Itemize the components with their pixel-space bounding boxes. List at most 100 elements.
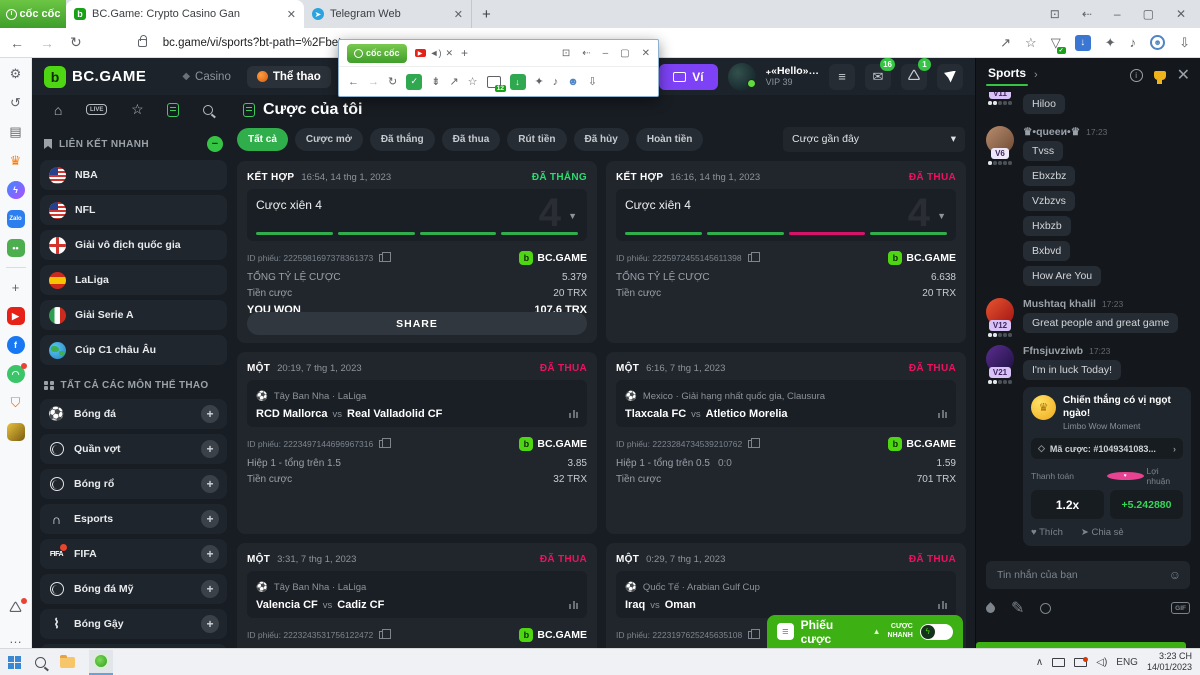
stats-icon[interactable] <box>938 410 947 418</box>
downloads-tray-icon[interactable]: ⇩ <box>1179 35 1190 51</box>
extension-icon[interactable]: ✦ <box>1105 35 1116 51</box>
chat-close-icon[interactable]: ✕ <box>1177 65 1190 85</box>
sidebar-item-nfl[interactable]: NFL <box>40 195 227 225</box>
shop-cart-icon[interactable]: ⛉ <box>6 393 26 413</box>
new-tab-button[interactable]: + <box>482 6 491 23</box>
sidebar-sport-esports[interactable]: ∩Esports+ <box>40 504 227 534</box>
chevron-right-icon[interactable]: › <box>1034 69 1038 81</box>
sidebar-item-nba[interactable]: NBA <box>40 160 227 190</box>
new-tab-button[interactable]: + <box>461 46 468 60</box>
pen-icon[interactable]: ✎ <box>1011 598 1024 618</box>
copy-icon[interactable] <box>379 254 386 262</box>
music-icon[interactable]: ♪ <box>1130 35 1137 50</box>
sidebar-sport-basketball[interactable]: Bóng rổ+ <box>40 469 227 499</box>
match-box[interactable]: ⚽Tây Ban Nha · LaLiga RCD MallorcavsReal… <box>247 380 587 427</box>
browser-tab-telegram[interactable]: ➤ Telegram Web ✕ <box>304 0 472 28</box>
download-video-button[interactable]: ↓ <box>1075 35 1091 51</box>
music-icon[interactable]: ♪ <box>553 76 559 88</box>
copy-icon[interactable] <box>379 631 386 639</box>
match-box[interactable]: ⚽Mexico · Giải hạng nhất quốc gia, Claus… <box>616 380 956 427</box>
add-shortcut-button[interactable]: + <box>6 277 26 297</box>
games-icon[interactable]: •• <box>6 238 26 258</box>
info-icon[interactable]: i <box>1130 69 1143 82</box>
my-bets-icon[interactable] <box>167 103 179 117</box>
extension-icon[interactable]: ✦ <box>535 75 544 88</box>
start-button[interactable] <box>8 656 21 669</box>
lock-icon[interactable] <box>138 39 147 47</box>
share-button[interactable]: ➤ Chia sẻ <box>1081 527 1124 538</box>
window-minimize-button[interactable]: – <box>1114 7 1121 21</box>
file-explorer-icon[interactable] <box>60 657 75 668</box>
match-box[interactable]: ⚽Quốc Tế · Arabian Gulf Cup IraqvsOman <box>616 571 956 618</box>
filter-all[interactable]: Tất cả <box>237 128 288 151</box>
browser-tab-bcgame[interactable]: b BC.Game: Crypto Casino Gan ✕ <box>66 0 304 28</box>
language-indicator[interactable]: ENG <box>1116 657 1138 668</box>
settings-gear-icon[interactable]: ⚙ <box>6 64 26 84</box>
combo-expander[interactable]: Cược xiên 4 4 ▼ <box>247 189 587 241</box>
sidebar-item-champions-league[interactable]: Cúp C1 châu Âu <box>40 335 227 365</box>
filter-cancelled[interactable]: Đã hủy <box>574 128 629 151</box>
sidebar-sport-american-football[interactable]: Bóng đá Mỹ+ <box>40 574 227 604</box>
win-share-card[interactable]: ♛ Chiến thắng có vị ngọt ngào!Limbo Wow … <box>1023 387 1191 546</box>
expand-plus-button[interactable]: + <box>201 405 219 423</box>
bet-code-link[interactable]: ◇Mã cược: #1049341083...› <box>1031 438 1183 459</box>
facebook-icon[interactable]: f <box>6 335 26 355</box>
filter-cashout[interactable]: Rút tiền <box>507 128 566 151</box>
like-button[interactable]: ♥ Thích <box>1031 527 1063 538</box>
tab-search-icon[interactable]: ⊡ <box>1050 7 1060 21</box>
crown-icon[interactable]: ♛ <box>6 151 26 171</box>
filter-lost[interactable]: Đã thua <box>442 128 501 151</box>
safe-download-icon[interactable]: ✓ <box>406 74 422 90</box>
tab-manager-icon[interactable]: 12 <box>487 76 501 88</box>
zalo-icon[interactable]: Zalo <box>6 209 26 229</box>
tab-close-icon[interactable]: ✕ <box>287 8 296 21</box>
game-thumbnail-icon[interactable] <box>6 422 26 442</box>
volume-icon[interactable]: ◁) <box>1096 657 1107 668</box>
combo-expander[interactable]: Cược xiên 4 4 ▼ <box>616 189 956 241</box>
forward-button[interactable]: → <box>368 76 379 88</box>
forward-button[interactable]: → <box>40 35 54 51</box>
home-icon[interactable]: ⌂ <box>54 102 62 118</box>
expand-plus-button[interactable]: + <box>201 545 219 563</box>
coin-icon[interactable] <box>1040 603 1051 614</box>
touch-keyboard-icon[interactable] <box>1052 658 1065 667</box>
trophy-icon[interactable] <box>1154 71 1166 80</box>
taskbar-clock[interactable]: 3:23 CH14/01/2023 <box>1147 651 1192 674</box>
sidebar-item-laliga[interactable]: LaLiga <box>40 265 227 295</box>
gif-button[interactable]: GIF <box>1171 602 1190 614</box>
sidebar-sport-cricket[interactable]: ⌇Bóng Gậy+ <box>40 609 227 639</box>
chat-tab-sports[interactable]: Sports <box>986 66 1028 84</box>
bookmark-star-icon[interactable]: ☆ <box>468 75 478 88</box>
nav-casino[interactable]: ◆Casino <box>172 66 241 88</box>
history-icon[interactable]: ↺ <box>6 93 26 113</box>
reload-button[interactable]: ↻ <box>388 75 397 88</box>
rain-drop-icon[interactable] <box>984 602 997 615</box>
user-info[interactable]: ₊«Hello»… VIP 39 <box>766 65 819 87</box>
expand-plus-button[interactable]: + <box>201 475 219 493</box>
coccoc-menu-button[interactable]: cốc cốc <box>0 0 66 28</box>
chat-message-input[interactable] <box>995 568 1163 582</box>
wallet-button[interactable]: Ví <box>659 64 717 90</box>
expand-plus-button[interactable]: + <box>201 615 219 633</box>
favorites-star-icon[interactable]: ☆ <box>131 101 144 118</box>
notifications-button[interactable]: 🛆1 <box>901 64 927 90</box>
sidebar-sport-tennis[interactable]: Quần vợt+ <box>40 434 227 464</box>
search-icon[interactable] <box>203 105 213 115</box>
share-button[interactable]: SHARE <box>247 312 587 335</box>
profile-icon[interactable]: ☻ <box>1150 35 1165 50</box>
adblock-shield-icon[interactable]: ▽✓ <box>1051 35 1061 51</box>
sidebar-item-premier-league[interactable]: Giải vô địch quốc gia <box>40 230 227 260</box>
sidebar-sport-soccer[interactable]: ⚽Bóng đá+ <box>40 399 227 429</box>
tray-chevron-icon[interactable]: ∧ <box>1036 657 1043 668</box>
mini-tab-youtube[interactable]: ▶◄)✕ <box>415 48 453 59</box>
downloads-tray-icon[interactable]: ⇩ <box>588 75 597 88</box>
window-maximize-button[interactable]: ▢ <box>1143 7 1154 21</box>
account-menu-button[interactable]: ≡ <box>829 64 855 90</box>
profile-icon[interactable]: ☻ <box>567 76 579 88</box>
nav-sports[interactable]: Thể thao <box>247 66 331 88</box>
chat-username[interactable]: ♛•quееи•♛ <box>1023 126 1080 138</box>
quick-bet-toggle[interactable]: ϟ <box>920 624 953 640</box>
youtube-icon[interactable]: ▶ <box>6 306 26 326</box>
window-maximize-button[interactable]: ▢ <box>620 48 629 59</box>
taskbar-search-icon[interactable] <box>35 657 46 668</box>
